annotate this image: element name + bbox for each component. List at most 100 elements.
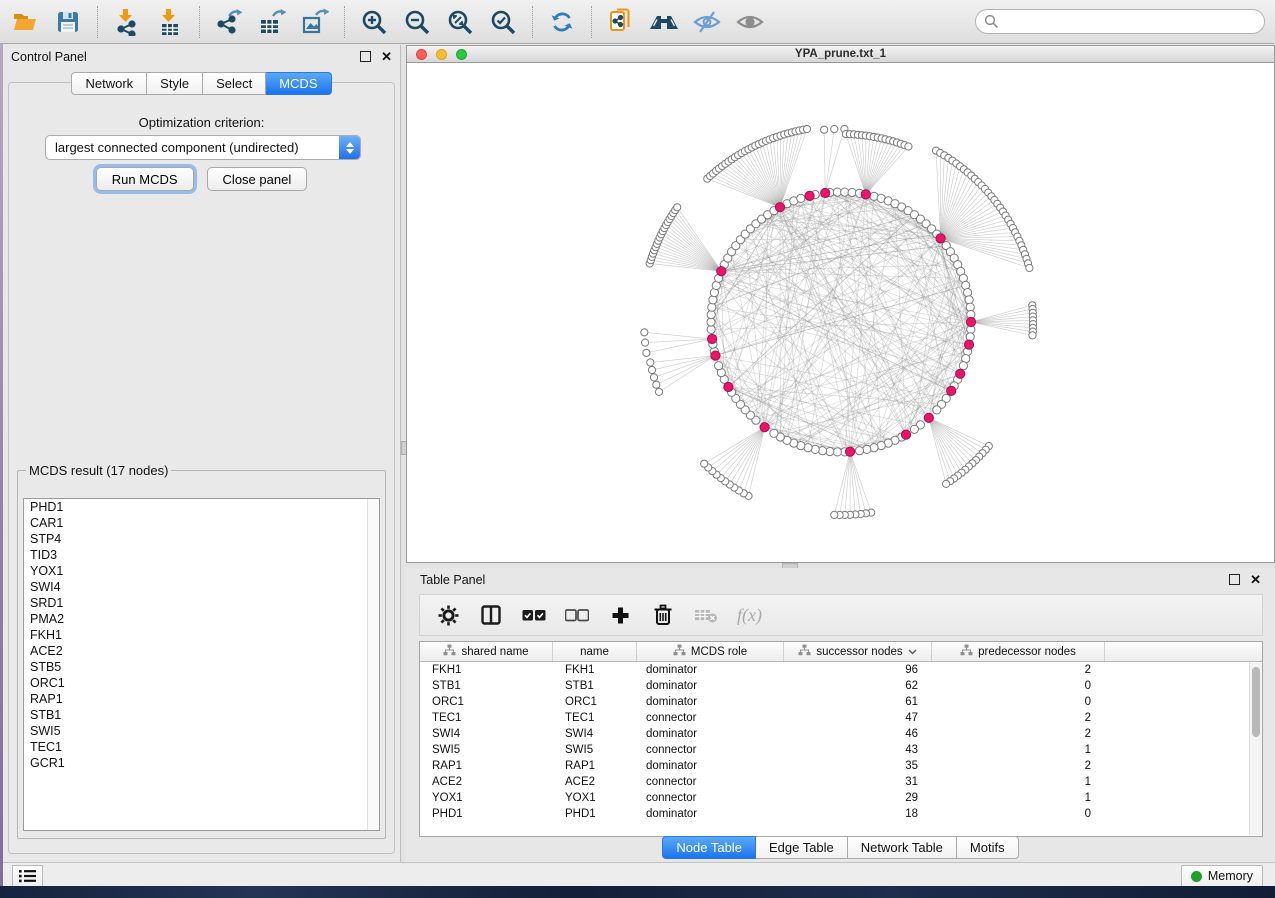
tab-network-table[interactable]: Network Table <box>848 836 957 859</box>
search-network-icon[interactable] <box>647 5 681 39</box>
network-canvas-svg[interactable] <box>407 63 1274 562</box>
clone-network-icon[interactable] <box>604 5 638 39</box>
network-view[interactable] <box>406 63 1275 563</box>
mcds-node-item[interactable]: STB5 <box>24 659 379 675</box>
mcds-node-item[interactable]: SWI5 <box>24 723 379 739</box>
mcds-list-scrollbar[interactable] <box>367 499 379 830</box>
table-cell: 96 <box>784 664 932 676</box>
table-cell: TEC1 <box>420 712 553 724</box>
show-graphics-details-icon[interactable] <box>733 5 767 39</box>
mcds-result-list[interactable]: PHD1CAR1STP4TID3YOX1SWI4SRD1PMA2FKH1ACE2… <box>23 498 380 831</box>
float-window-icon[interactable] <box>360 51 371 62</box>
tab-network[interactable]: Network <box>71 72 147 95</box>
save-session-icon[interactable] <box>51 5 85 39</box>
network-window-titlebar[interactable]: YPA_prune.txt_1 <box>406 45 1275 63</box>
create-column-plus-icon[interactable] <box>608 603 632 627</box>
mcds-node-item[interactable]: PMA2 <box>24 611 379 627</box>
table-cell: 29 <box>784 792 932 804</box>
column-header-MCDS-role[interactable]: MCDS role <box>637 642 784 661</box>
table-row[interactable]: YOX1YOX1connector291 <box>420 790 1262 806</box>
table-row[interactable]: SWI4SWI4dominator462 <box>420 726 1262 742</box>
mcds-node-item[interactable]: YOX1 <box>24 563 379 579</box>
column-header-predecessor-nodes[interactable]: predecessor nodes <box>932 642 1105 661</box>
mcds-node-item[interactable]: PHD1 <box>24 499 379 515</box>
optimization-criterion-select[interactable]: largest connected component (undirected) <box>45 135 361 160</box>
table-row[interactable]: STB1STB1dominator620 <box>420 678 1262 694</box>
column-header-name[interactable]: name <box>553 642 637 661</box>
table-cell: SWI5 <box>553 744 637 756</box>
scrollbar-thumb[interactable] <box>1252 667 1260 737</box>
node-table[interactable]: shared namenameMCDS rolesuccessor nodesp… <box>419 641 1263 837</box>
table-cell: dominator <box>637 808 784 820</box>
mcds-node-item[interactable]: STB1 <box>24 707 379 723</box>
zoom-out-icon[interactable] <box>400 5 434 39</box>
table-row[interactable]: FKH1FKH1dominator962 <box>420 662 1262 678</box>
delete-table-icon[interactable] <box>694 603 718 627</box>
mcds-node-item[interactable]: SWI4 <box>24 579 379 595</box>
table-row[interactable]: ORC1ORC1dominator610 <box>420 694 1262 710</box>
control-panel: Control Panel ✕ NetworkStyleSelectMCDS O… <box>3 45 400 862</box>
mcds-node-item[interactable]: STP4 <box>24 531 379 547</box>
control-panel-tabs: NetworkStyleSelectMCDS <box>3 72 400 95</box>
delete-columns-trash-icon[interactable] <box>651 603 675 627</box>
open-file-icon[interactable] <box>8 5 42 39</box>
mcds-node-item[interactable]: GCR1 <box>24 755 379 771</box>
function-builder-icon[interactable]: f(x) <box>737 605 762 626</box>
table-settings-gear-icon[interactable] <box>436 603 460 627</box>
tab-node-table[interactable]: Node Table <box>662 836 756 859</box>
memory-button[interactable]: Memory <box>1181 865 1263 887</box>
close-panel-icon[interactable]: ✕ <box>1250 573 1261 586</box>
table-row[interactable]: ACE2ACE2connector311 <box>420 774 1262 790</box>
mcds-node-item[interactable]: RAP1 <box>24 691 379 707</box>
mcds-node-item[interactable]: TEC1 <box>24 739 379 755</box>
export-table-icon[interactable] <box>255 5 289 39</box>
dropdown-stepper-icon <box>339 136 360 159</box>
zoom-fit-icon[interactable] <box>443 5 477 39</box>
table-cell: 2 <box>932 712 1105 724</box>
import-network-icon[interactable] <box>110 5 144 39</box>
refresh-icon[interactable] <box>545 5 579 39</box>
export-image-icon[interactable] <box>298 5 332 39</box>
unselect-all-columns-icon[interactable] <box>565 603 589 627</box>
mcds-node-item[interactable]: ACE2 <box>24 643 379 659</box>
close-panel-icon[interactable]: ✕ <box>381 50 392 63</box>
table-scrollbar[interactable] <box>1249 662 1262 835</box>
table-row[interactable]: SWI5SWI5connector431 <box>420 742 1262 758</box>
table-cell: STB1 <box>553 680 637 692</box>
zoom-in-icon[interactable] <box>357 5 391 39</box>
tab-style[interactable]: Style <box>147 72 203 95</box>
hierarchy-column-icon <box>673 644 686 659</box>
tab-edge-table[interactable]: Edge Table <box>756 836 848 859</box>
mcds-node-item[interactable]: ORC1 <box>24 675 379 691</box>
float-window-icon[interactable] <box>1229 574 1240 585</box>
toolbar-separator <box>344 6 346 38</box>
minimize-window-icon[interactable] <box>436 49 447 60</box>
tab-motifs[interactable]: Motifs <box>957 836 1019 859</box>
table-row[interactable]: PHD1PHD1dominator180 <box>420 806 1262 822</box>
show-column-panel-icon[interactable] <box>479 603 503 627</box>
table-cell: 62 <box>784 680 932 692</box>
table-row[interactable]: TEC1TEC1connector472 <box>420 710 1262 726</box>
import-table-icon[interactable] <box>153 5 187 39</box>
export-network-icon[interactable] <box>212 5 246 39</box>
mcds-node-item[interactable]: FKH1 <box>24 627 379 643</box>
table-cell: 1 <box>932 744 1105 756</box>
select-all-columns-icon[interactable] <box>522 603 546 627</box>
task-history-button[interactable] <box>12 865 43 887</box>
mcds-node-item[interactable]: TID3 <box>24 547 379 563</box>
zoom-selected-icon[interactable] <box>486 5 520 39</box>
mcds-node-item[interactable]: SRD1 <box>24 595 379 611</box>
tab-select[interactable]: Select <box>203 72 266 95</box>
search-input[interactable] <box>975 9 1265 34</box>
close-panel-button[interactable]: Close panel <box>207 167 308 191</box>
table-row[interactable]: RAP1RAP1dominator352 <box>420 758 1262 774</box>
tab-mcds[interactable]: MCDS <box>266 72 331 95</box>
maximize-window-icon[interactable] <box>456 49 467 60</box>
column-header-successor-nodes[interactable]: successor nodes <box>784 642 932 661</box>
mcds-node-item[interactable]: CAR1 <box>24 515 379 531</box>
hide-graphics-details-icon[interactable] <box>690 5 724 39</box>
table-cell: dominator <box>637 760 784 772</box>
column-header-shared-name[interactable]: shared name <box>420 642 553 661</box>
run-mcds-button[interactable]: Run MCDS <box>96 167 194 191</box>
close-window-icon[interactable] <box>416 49 427 60</box>
